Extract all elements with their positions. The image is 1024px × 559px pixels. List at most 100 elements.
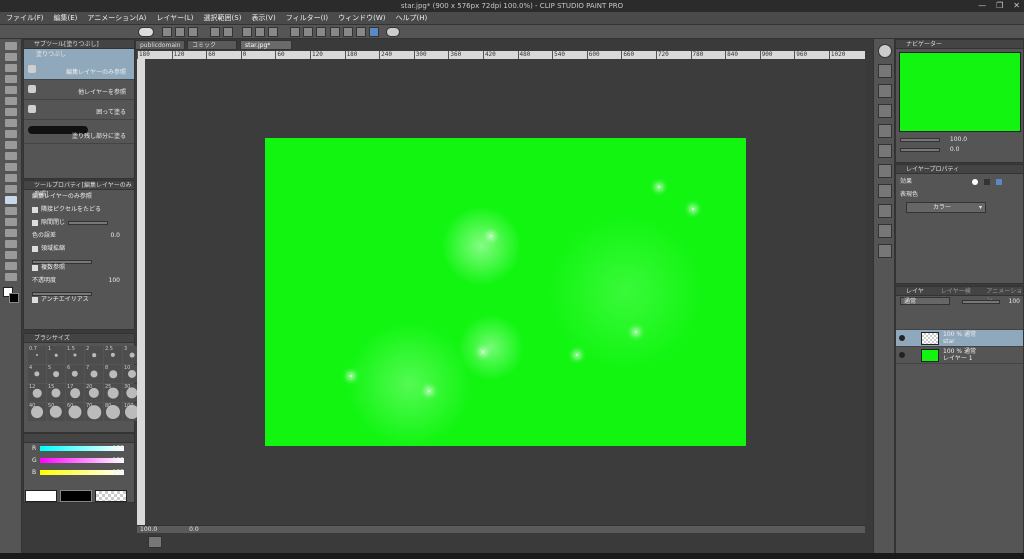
contiguous-checkbox[interactable]: 隣接ピクセルをたどる: [24, 203, 134, 216]
search-icon[interactable]: [878, 44, 892, 58]
g-slider-row[interactable]: G 255: [24, 455, 134, 467]
gradient-tool-icon[interactable]: [5, 207, 17, 215]
material-3d-icon[interactable]: [878, 204, 892, 218]
canvas-image[interactable]: [265, 138, 746, 446]
brush-size-preset[interactable]: 12: [28, 384, 46, 402]
eyedropper-tool-icon[interactable]: [5, 108, 17, 116]
correct-line-tool-icon[interactable]: [5, 273, 17, 281]
multi-ref-checkbox[interactable]: 複数参照: [24, 261, 134, 274]
close-gap-levels[interactable]: [68, 220, 109, 225]
brush-size-preset[interactable]: 2: [85, 346, 103, 364]
brush-size-preset[interactable]: 7: [85, 365, 103, 383]
material-icon[interactable]: [878, 164, 892, 178]
brush-size-preset[interactable]: 4: [28, 365, 46, 383]
open-file-icon[interactable]: [175, 27, 185, 37]
brush-size-preset[interactable]: 40: [28, 403, 46, 421]
history-icon[interactable]: [878, 224, 892, 238]
blend-mode-dropdown[interactable]: 通常: [900, 297, 950, 305]
frame-tool-icon[interactable]: [5, 229, 17, 237]
transform-icon[interactable]: [268, 27, 278, 37]
menu-window[interactable]: ウィンドウ(W): [338, 13, 385, 23]
brush-size-preset[interactable]: 70: [85, 403, 103, 421]
subtool-group-tab[interactable]: 塗りつぶし: [24, 49, 134, 60]
subtool-item-enclose[interactable]: 囲って塗る: [24, 100, 134, 120]
b-slider-row[interactable]: B 255: [24, 467, 134, 479]
pen-tool-icon[interactable]: [5, 119, 17, 127]
layer-opacity-slider[interactable]: [961, 299, 1000, 304]
ruler-tool-icon[interactable]: [5, 240, 17, 248]
invert-selection-icon[interactable]: [316, 27, 326, 37]
fill-tool-icon[interactable]: [5, 196, 17, 204]
navigator-angle-slider[interactable]: [900, 147, 940, 152]
expand-checkbox[interactable]: 領域拡縮: [24, 242, 134, 255]
operation-tool-icon[interactable]: [5, 64, 17, 72]
material-image-icon[interactable]: [878, 184, 892, 198]
brush-size-preset[interactable]: 17: [66, 384, 84, 402]
effect-tone-icon[interactable]: [984, 179, 990, 185]
layer-row[interactable]: 100 % 通常 レイヤー 1: [896, 347, 1023, 364]
menu-edit[interactable]: 編集(E): [54, 13, 78, 23]
brush-size-preset[interactable]: 60: [66, 403, 84, 421]
balloon-tool-icon[interactable]: [5, 262, 17, 270]
text-tool-icon[interactable]: [5, 251, 17, 259]
hand-tool-icon[interactable]: [5, 53, 17, 61]
special-ruler-snap-icon[interactable]: [356, 27, 366, 37]
pencil-tool-icon[interactable]: [5, 130, 17, 138]
brush-size-preset[interactable]: 1.5: [66, 346, 84, 364]
color-history-transparent[interactable]: [95, 490, 127, 502]
brush-size-preset[interactable]: 25: [104, 384, 122, 402]
brush-size-preset[interactable]: 8: [104, 365, 122, 383]
menu-selection[interactable]: 選択範囲(S): [204, 13, 242, 23]
tab-comic[interactable]: コミック: [187, 40, 237, 50]
eye-icon[interactable]: [899, 352, 905, 358]
r-slider[interactable]: [40, 446, 124, 451]
menu-filter[interactable]: フィルター(I): [286, 13, 328, 23]
select-all-icon[interactable]: [303, 27, 313, 37]
move-layer-tool-icon[interactable]: [5, 75, 17, 83]
maximize-button[interactable]: ❐: [996, 0, 1003, 12]
layer-row[interactable]: 100 % 通常 star: [896, 330, 1023, 347]
grid-snap-icon[interactable]: [369, 27, 379, 37]
decoration-tool-icon[interactable]: [5, 163, 17, 171]
brush-size-preset[interactable]: 1: [47, 346, 65, 364]
layer-property-icon[interactable]: [878, 64, 892, 78]
minimize-button[interactable]: —: [978, 0, 986, 12]
brush-tool-icon[interactable]: [5, 141, 17, 149]
sub-color-swatch[interactable]: [9, 293, 19, 303]
g-slider[interactable]: [40, 458, 124, 463]
airbrush-tool-icon[interactable]: [5, 152, 17, 160]
clip-studio-icon[interactable]: [138, 27, 154, 37]
brush-size-preset[interactable]: 6: [66, 365, 84, 383]
color-set-icon[interactable]: [878, 104, 892, 118]
tab-publicdomain[interactable]: publicdomain: [135, 40, 185, 50]
subtool-item-refer-other[interactable]: 他レイヤーを参照: [24, 80, 134, 100]
brush-size-preset[interactable]: 80: [104, 403, 122, 421]
menu-help[interactable]: ヘルプ(H): [395, 13, 427, 23]
save-icon[interactable]: [188, 27, 198, 37]
eye-icon[interactable]: [899, 335, 905, 341]
navigator-preview[interactable]: [899, 52, 1021, 132]
color-history-white[interactable]: [25, 490, 57, 502]
close-gap-checkbox[interactable]: 隙間閉じ: [24, 216, 134, 229]
redo-icon[interactable]: [223, 27, 233, 37]
ruler-snap-icon[interactable]: [343, 27, 353, 37]
brush-size-preset[interactable]: 15: [47, 384, 65, 402]
color-wheel-icon[interactable]: [878, 84, 892, 98]
color-history-black[interactable]: [60, 490, 92, 502]
subtool-item-paint-unfilled[interactable]: 塗り残し部分に塗る: [24, 120, 134, 144]
brush-size-preset[interactable]: 2.5: [104, 346, 122, 364]
close-button[interactable]: ✕: [1013, 0, 1020, 12]
auto-select-tool-icon[interactable]: [5, 97, 17, 105]
navigator-zoom-slider[interactable]: [900, 137, 940, 142]
brush-size-preset[interactable]: 20: [85, 384, 103, 402]
tab-star[interactable]: star.jpg*: [240, 40, 292, 50]
menu-file[interactable]: ファイル(F): [6, 13, 44, 23]
brush-size-preset[interactable]: 0.7: [28, 346, 46, 364]
r-slider-row[interactable]: R 255: [24, 443, 134, 455]
antialias-checkbox[interactable]: アンチエイリアス: [24, 293, 134, 306]
help-icon[interactable]: [386, 27, 400, 37]
b-slider[interactable]: [40, 470, 124, 475]
menu-layer[interactable]: レイヤー(L): [156, 13, 193, 23]
auto-action-icon[interactable]: [878, 244, 892, 258]
eraser-tool-icon[interactable]: [5, 174, 17, 182]
